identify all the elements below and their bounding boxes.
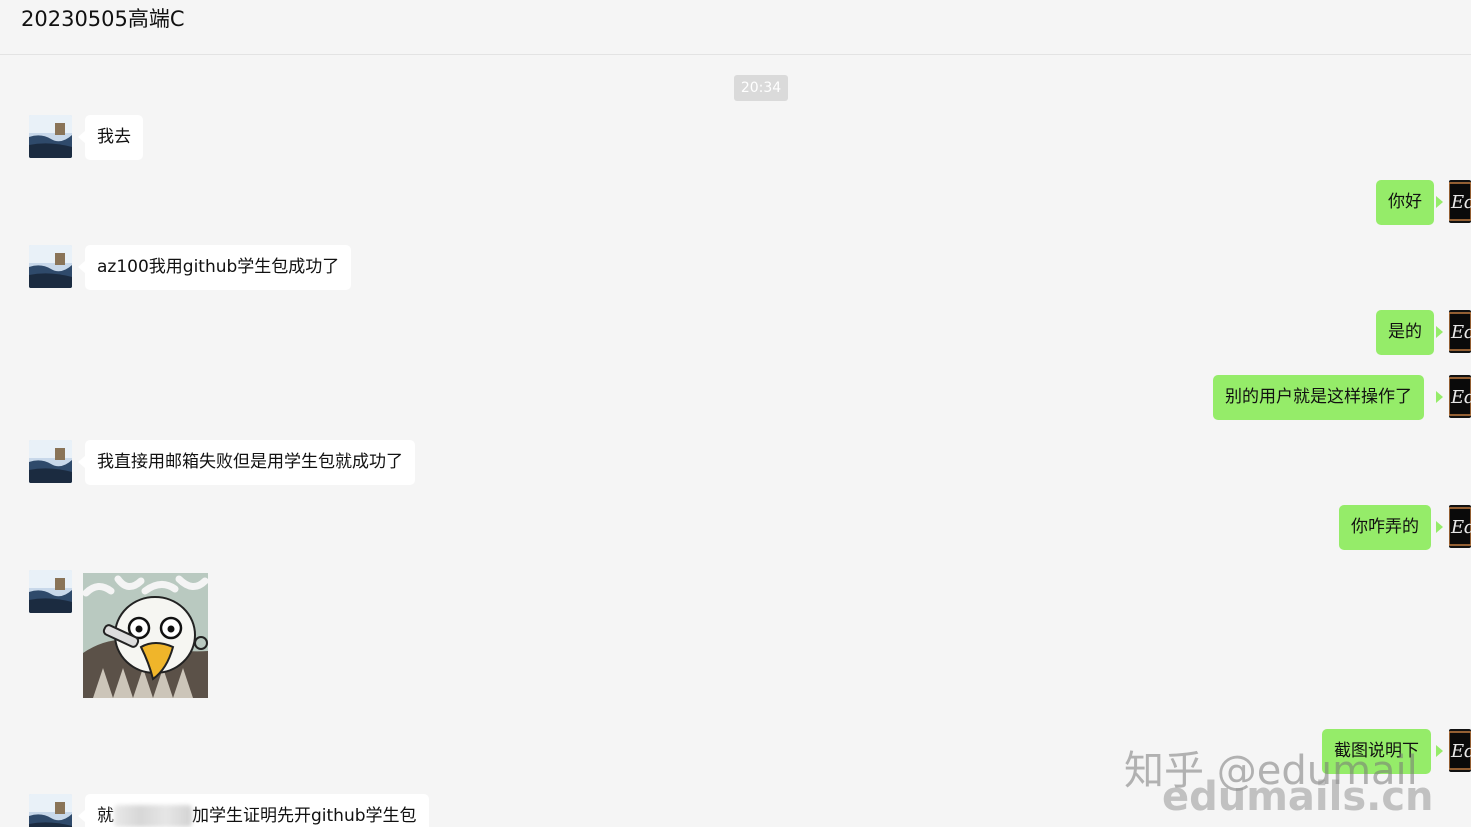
message-text-prefix: 就 bbox=[97, 806, 114, 826]
message-bubble-outgoing[interactable]: 截图说明下 bbox=[1322, 729, 1431, 774]
contact-avatar-image bbox=[29, 115, 72, 158]
watermark-line-2: edumails.cn bbox=[1162, 774, 1434, 820]
message-bubble-incoming[interactable]: 我去 bbox=[85, 115, 143, 160]
contact-avatar[interactable] bbox=[29, 794, 72, 827]
bubble-tail bbox=[1436, 391, 1443, 403]
bubble-tail bbox=[78, 456, 85, 468]
bubble-tail bbox=[78, 261, 85, 273]
bubble-tail bbox=[1436, 326, 1443, 338]
timestamp-badge: 20:34 bbox=[734, 75, 788, 101]
bubble-tail bbox=[78, 131, 85, 143]
chat-header: 20230505高端C bbox=[0, 0, 1471, 55]
bubble-tail bbox=[1436, 745, 1443, 757]
contact-avatar[interactable] bbox=[29, 245, 72, 288]
message-bubble-outgoing[interactable]: 是的 bbox=[1376, 310, 1434, 355]
my-avatar[interactable]: Ed bbox=[1449, 310, 1471, 353]
contact-avatar[interactable] bbox=[29, 570, 72, 613]
my-avatar-image: Ed bbox=[1449, 310, 1471, 353]
message-bubble-incoming[interactable]: 就 加学生证明先开github学生包 bbox=[85, 794, 429, 827]
contact-avatar-image bbox=[29, 245, 72, 288]
bubble-tail bbox=[78, 810, 85, 822]
svg-text:Ed: Ed bbox=[1450, 517, 1471, 538]
my-avatar[interactable]: Ed bbox=[1449, 505, 1471, 548]
message-bubble-incoming[interactable]: az100我用github学生包成功了 bbox=[85, 245, 352, 290]
my-avatar-image: Ed bbox=[1449, 180, 1471, 223]
my-avatar[interactable]: Ed bbox=[1449, 180, 1471, 223]
my-avatar-image: Ed bbox=[1449, 729, 1471, 772]
message-bubble-outgoing[interactable]: 你好 bbox=[1376, 180, 1434, 225]
my-avatar-image: Ed bbox=[1449, 505, 1471, 548]
svg-text:Ed: Ed bbox=[1450, 741, 1471, 762]
bubble-tail bbox=[1436, 521, 1443, 533]
message-text-suffix: 加学生证明先开github学生包 bbox=[192, 806, 417, 826]
svg-text:Ed: Ed bbox=[1450, 322, 1471, 343]
svg-text:Ed: Ed bbox=[1450, 387, 1471, 408]
bubble-tail bbox=[1436, 196, 1443, 208]
contact-avatar-image bbox=[29, 570, 72, 613]
contact-avatar-image bbox=[29, 440, 72, 483]
contact-avatar[interactable] bbox=[29, 440, 72, 483]
chat-title: 20230505高端C bbox=[21, 7, 185, 31]
redacted-blur bbox=[114, 805, 192, 827]
duck-sticker-image bbox=[83, 573, 208, 698]
my-avatar-image: Ed bbox=[1449, 375, 1471, 418]
contact-avatar[interactable] bbox=[29, 115, 72, 158]
contact-avatar-image bbox=[29, 794, 72, 827]
message-bubble-incoming[interactable]: 我直接用邮箱失败但是用学生包就成功了 bbox=[85, 440, 415, 485]
my-avatar[interactable]: Ed bbox=[1449, 729, 1471, 772]
message-bubble-outgoing[interactable]: 别的用户就是这样操作了 bbox=[1213, 375, 1424, 420]
my-avatar[interactable]: Ed bbox=[1449, 375, 1471, 418]
sticker-message[interactable] bbox=[83, 573, 208, 698]
message-bubble-outgoing[interactable]: 你咋弄的 bbox=[1339, 505, 1431, 550]
svg-text:Ed: Ed bbox=[1450, 192, 1471, 213]
